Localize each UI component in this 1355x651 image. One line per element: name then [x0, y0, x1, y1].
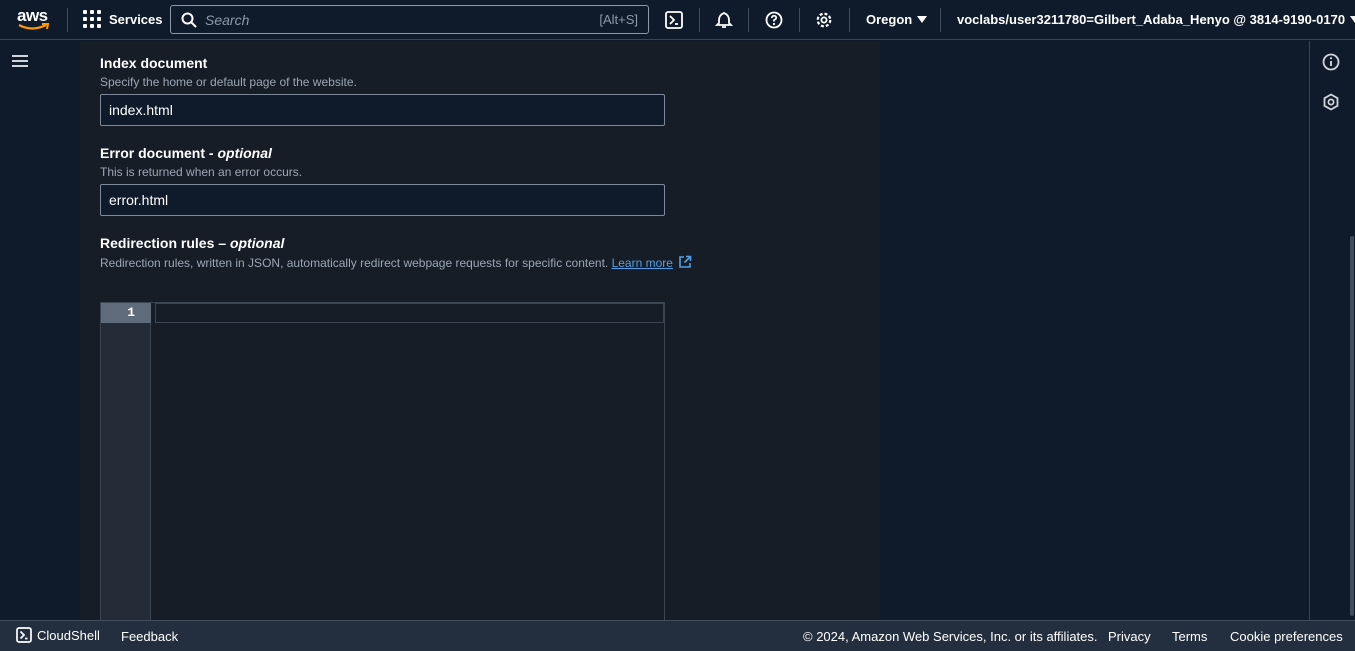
account-menu[interactable]: voclabs/user3211780=Gilbert_Adaba_Henyo …	[957, 12, 1355, 27]
redirection-rules-description: Redirection rules, written in JSON, auto…	[100, 255, 692, 270]
feedback-link[interactable]: Feedback	[121, 629, 178, 644]
bell-icon	[715, 12, 733, 28]
region-selector[interactable]: Oregon	[866, 12, 928, 27]
error-document-label: Error document - optional	[100, 145, 272, 161]
index-document-input[interactable]: index.html	[100, 94, 665, 126]
index-document-description: Specify the home or default page of the …	[100, 75, 357, 89]
error-document-input[interactable]: error.html	[100, 184, 665, 216]
layout-gutter	[40, 41, 80, 620]
scrollbar-thumb[interactable]	[1350, 236, 1354, 616]
external-link-icon[interactable]	[678, 255, 692, 269]
footer: CloudShell Feedback © 2024, Amazon Web S…	[0, 620, 1355, 651]
nav-divider	[799, 8, 800, 32]
error-document-description: This is returned when an error occurs.	[100, 165, 303, 179]
notifications-button[interactable]	[714, 10, 734, 30]
cloudshell-label: CloudShell	[37, 627, 100, 643]
settings-button[interactable]	[814, 10, 834, 30]
cloudshell-footer-button[interactable]: CloudShell	[16, 627, 100, 643]
search-shortcut: [Alt+S]	[599, 12, 638, 27]
chevron-down-icon	[1350, 16, 1355, 23]
index-document-label: Index document	[100, 55, 208, 71]
redirection-rules-field: Redirection rules – optional Redirection…	[100, 235, 692, 270]
redirection-rules-label: Redirection rules – optional	[100, 235, 692, 251]
help-button[interactable]	[764, 10, 784, 30]
right-empty-area	[880, 41, 1309, 620]
menu-toggle-icon[interactable]	[12, 55, 28, 67]
right-tools-rail	[1309, 41, 1349, 620]
search-placeholder: Search	[205, 11, 250, 28]
chevron-down-icon	[917, 16, 928, 23]
nav-divider	[849, 8, 850, 32]
left-rail	[0, 41, 40, 620]
line-number: 1	[101, 303, 151, 323]
error-document-label-text: Error document	[100, 145, 206, 161]
top-navigation: aws Services Search [Alt+S] Oregon vocla…	[0, 0, 1355, 40]
json-code-editor[interactable]: 1	[100, 302, 665, 621]
learn-more-link[interactable]: Learn more	[612, 256, 673, 270]
info-icon	[1322, 53, 1340, 71]
help-icon	[765, 11, 783, 29]
error-document-field: Error document - optional This is return…	[100, 145, 302, 179]
aws-logo[interactable]: aws	[17, 7, 51, 33]
hexagon-icon	[1323, 93, 1339, 111]
aws-smile-icon	[18, 23, 50, 30]
aws-logo-text: aws	[17, 6, 48, 25]
cloudshell-icon	[16, 627, 32, 643]
cookie-preferences-link[interactable]: Cookie preferences	[1230, 629, 1343, 644]
editor-gutter: 1	[101, 303, 151, 621]
page-scrollbar[interactable]	[1349, 41, 1355, 620]
nav-divider	[699, 8, 700, 32]
redirection-rules-label-text: Redirection rules –	[100, 235, 227, 251]
tools-panel-button[interactable]	[1322, 93, 1340, 111]
optional-tag: optional	[217, 145, 272, 161]
nav-divider	[67, 8, 68, 32]
terms-link[interactable]: Terms	[1172, 629, 1207, 644]
privacy-link[interactable]: Privacy	[1108, 629, 1151, 644]
redirection-description-text: Redirection rules, written in JSON, auto…	[100, 256, 609, 270]
info-panel-button[interactable]	[1322, 53, 1340, 71]
services-grid-icon	[83, 10, 101, 28]
editor-active-line[interactable]	[155, 303, 664, 323]
cloudshell-button[interactable]	[664, 10, 684, 30]
services-menu-button[interactable]: Services	[83, 10, 163, 28]
nav-divider	[748, 8, 749, 32]
services-label: Services	[109, 11, 163, 27]
region-label: Oregon	[866, 12, 913, 27]
nav-divider	[940, 8, 941, 32]
optional-tag: optional	[229, 235, 285, 251]
index-document-field: Index document Specify the home or defau…	[100, 55, 357, 89]
search-input[interactable]: Search [Alt+S]	[170, 5, 649, 34]
search-icon	[181, 12, 197, 28]
cloudshell-icon	[665, 11, 683, 29]
account-label: voclabs/user3211780=Gilbert_Adaba_Henyo …	[957, 12, 1346, 27]
settings-icon	[816, 12, 832, 28]
copyright-text: © 2024, Amazon Web Services, Inc. or its…	[803, 629, 1098, 644]
